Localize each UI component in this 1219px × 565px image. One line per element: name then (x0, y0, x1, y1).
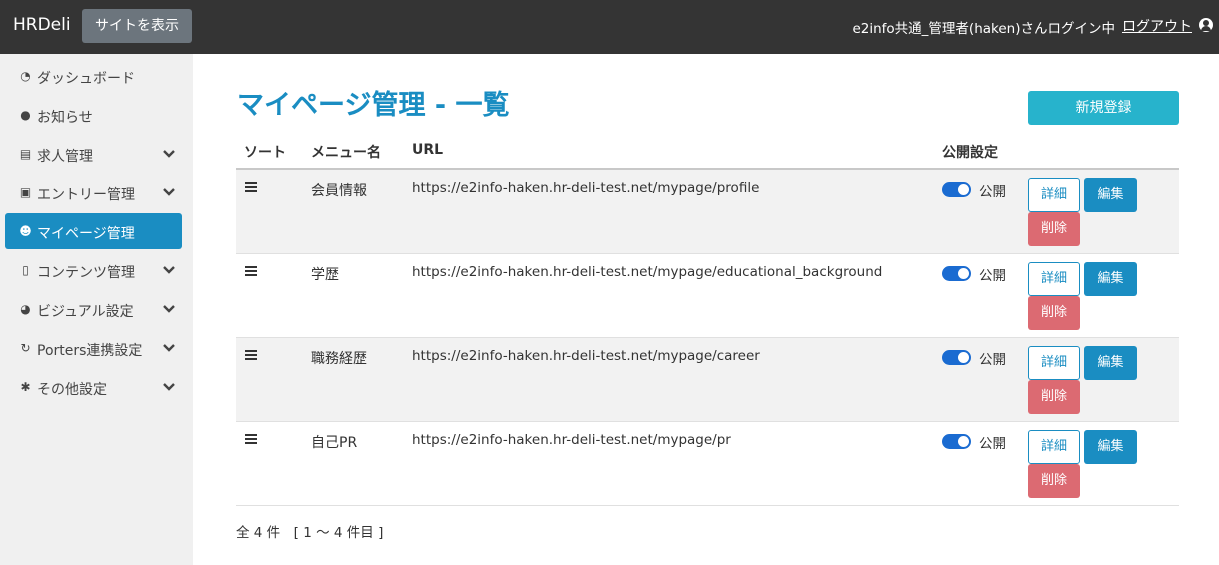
table-row: 職務経歴 https://e2info-haken.hr-deli-test.n… (236, 338, 1179, 422)
chevron-down-icon[interactable] (163, 304, 175, 314)
sync-icon: ↻ (20, 341, 31, 355)
top-navbar: HRDeli サイトを表示 e2info共通_管理者(haken)さんログイン中… (0, 0, 1219, 54)
dashboard-icon: ◔ (20, 69, 31, 83)
drag-handle-icon[interactable] (245, 350, 257, 360)
detail-button[interactable]: 詳細 (1028, 178, 1080, 212)
sidebar-item-label: その他設定 (37, 382, 107, 398)
edit-button[interactable]: 編集 (1084, 262, 1137, 296)
publish-toggle[interactable] (942, 434, 971, 449)
gear-icon: ✱ (20, 380, 31, 394)
chevron-down-icon[interactable] (163, 149, 175, 159)
menu-url: https://e2info-haken.hr-deli-test.net/my… (412, 264, 883, 280)
column-header-publish: 公開設定 (942, 145, 998, 161)
delete-button[interactable]: 削除 (1028, 296, 1080, 330)
delete-button[interactable]: 削除 (1028, 212, 1080, 246)
edit-button[interactable]: 編集 (1084, 346, 1137, 380)
logout-link[interactable]: ログアウト (1122, 16, 1192, 36)
sidebar-item-mypage[interactable]: ☻ マイページ管理 (5, 213, 182, 249)
login-status: e2info共通_管理者(haken)さんログイン中 (852, 21, 1115, 37)
sidebar-item-dashboard[interactable]: ◔ ダッシュボード (5, 58, 182, 94)
chevron-down-icon[interactable] (163, 265, 175, 275)
info-icon: ● (20, 108, 31, 122)
drag-handle-icon[interactable] (245, 266, 257, 276)
publish-status: 公開 (979, 184, 1006, 200)
id-card-icon: ▣ (19, 185, 32, 199)
menu-url: https://e2info-haken.hr-deli-test.net/my… (412, 432, 731, 448)
view-site-button[interactable]: サイトを表示 (82, 9, 192, 43)
sidebar-item-label: マイページ管理 (37, 226, 135, 242)
menu-name: 学歴 (311, 267, 339, 283)
delete-button[interactable]: 削除 (1028, 380, 1080, 414)
menu-url: https://e2info-haken.hr-deli-test.net/my… (412, 180, 760, 196)
edit-button[interactable]: 編集 (1084, 178, 1137, 212)
result-count: 全 4 件 [ 1 ～ 4 件目 ] (236, 525, 384, 541)
sidebar-item-news[interactable]: ● お知らせ (5, 97, 182, 133)
sidebar-item-entries[interactable]: ▣ エントリー管理 (5, 174, 182, 210)
menu-url: https://e2info-haken.hr-deli-test.net/my… (412, 348, 760, 364)
detail-button[interactable]: 詳細 (1028, 262, 1080, 296)
detail-button[interactable]: 詳細 (1028, 430, 1080, 464)
publish-status: 公開 (979, 436, 1006, 452)
palette-icon: ◕ (20, 302, 31, 316)
sidebar-item-label: エントリー管理 (37, 187, 135, 203)
sidebar-item-label: コンテンツ管理 (37, 265, 135, 281)
new-register-button[interactable]: 新規登録 (1028, 91, 1179, 125)
delete-button[interactable]: 削除 (1028, 464, 1080, 498)
sidebar-item-label: 求人管理 (37, 149, 93, 165)
column-header-menu-name: メニュー名 (311, 145, 381, 161)
sidebar-item-label: お知らせ (37, 110, 93, 126)
publish-status: 公開 (979, 352, 1006, 368)
sidebar-item-label: ダッシュボード (37, 71, 135, 87)
table-row: 会員情報 https://e2info-haken.hr-deli-test.n… (236, 170, 1179, 254)
sidebar-item-visual[interactable]: ◕ ビジュアル設定 (5, 291, 182, 327)
menu-name: 職務経歴 (311, 351, 367, 367)
user-gear-icon: ☻ (19, 224, 32, 238)
menu-name: 会員情報 (311, 183, 367, 199)
chevron-down-icon[interactable] (163, 382, 175, 392)
brand-logo[interactable]: HRDeli (13, 15, 71, 35)
detail-button[interactable]: 詳細 (1028, 346, 1080, 380)
sidebar-item-label: Porters連携設定 (37, 343, 143, 359)
user-circle-icon[interactable] (1199, 18, 1213, 32)
document-icon: ▯ (22, 263, 29, 277)
drag-handle-icon[interactable] (245, 182, 257, 192)
edit-button[interactable]: 編集 (1084, 430, 1137, 464)
column-header-url: URL (412, 142, 444, 158)
sidebar: ◔ ダッシュボード ● お知らせ ▤ 求人管理 ▣ エントリー管理 ☻ マイペー… (0, 54, 193, 565)
sidebar-item-contents[interactable]: ▯ コンテンツ管理 (5, 252, 182, 288)
page-title: マイページ管理 - 一覧 (237, 90, 510, 121)
publish-toggle[interactable] (942, 350, 971, 365)
publish-toggle[interactable] (942, 266, 971, 281)
menu-name: 自己PR (311, 435, 358, 451)
column-header-sort: ソート (244, 145, 286, 161)
drag-handle-icon[interactable] (245, 434, 257, 444)
publish-toggle[interactable] (942, 182, 971, 197)
table-row: 自己PR https://e2info-haken.hr-deli-test.n… (236, 422, 1179, 506)
chevron-down-icon[interactable] (163, 187, 175, 197)
publish-status: 公開 (979, 268, 1006, 284)
sidebar-item-other-settings[interactable]: ✱ その他設定 (5, 369, 182, 405)
sidebar-item-porters[interactable]: ↻ Porters連携設定 (5, 330, 182, 366)
sidebar-item-label: ビジュアル設定 (37, 304, 134, 320)
chevron-down-icon[interactable] (163, 343, 175, 353)
sidebar-item-jobs[interactable]: ▤ 求人管理 (5, 136, 182, 172)
list-card-icon: ▤ (19, 147, 32, 161)
table-row: 学歴 https://e2info-haken.hr-deli-test.net… (236, 254, 1179, 338)
